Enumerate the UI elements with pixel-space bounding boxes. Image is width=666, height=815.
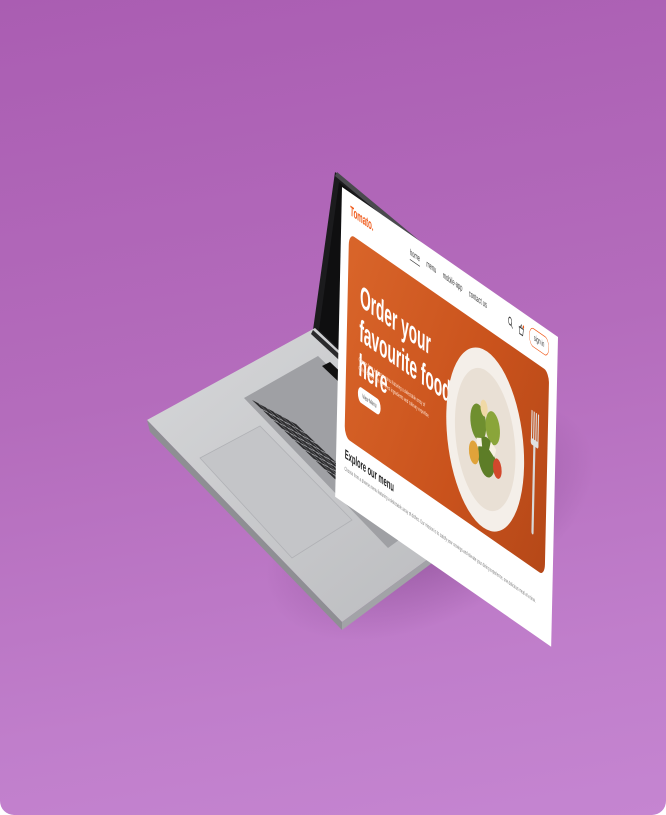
nav-link-home[interactable]: home: [409, 247, 421, 267]
salad-plate-image: [446, 347, 525, 532]
site-logo[interactable]: Tomato.: [350, 203, 374, 236]
nav-link-contact-us[interactable]: contact us: [469, 288, 487, 313]
mockup-canvas: Tomato. home menu mobile-app contact us …: [0, 0, 666, 815]
nav-link-menu[interactable]: menu: [426, 259, 436, 278]
sign-in-button[interactable]: sign in: [528, 325, 550, 358]
nav-link-mobile-app[interactable]: mobile-app: [443, 270, 463, 296]
basket-icon[interactable]: [518, 321, 525, 338]
search-icon[interactable]: [507, 313, 513, 330]
fork-icon: [530, 409, 540, 535]
laptop-illustration: [147, 172, 553, 630]
